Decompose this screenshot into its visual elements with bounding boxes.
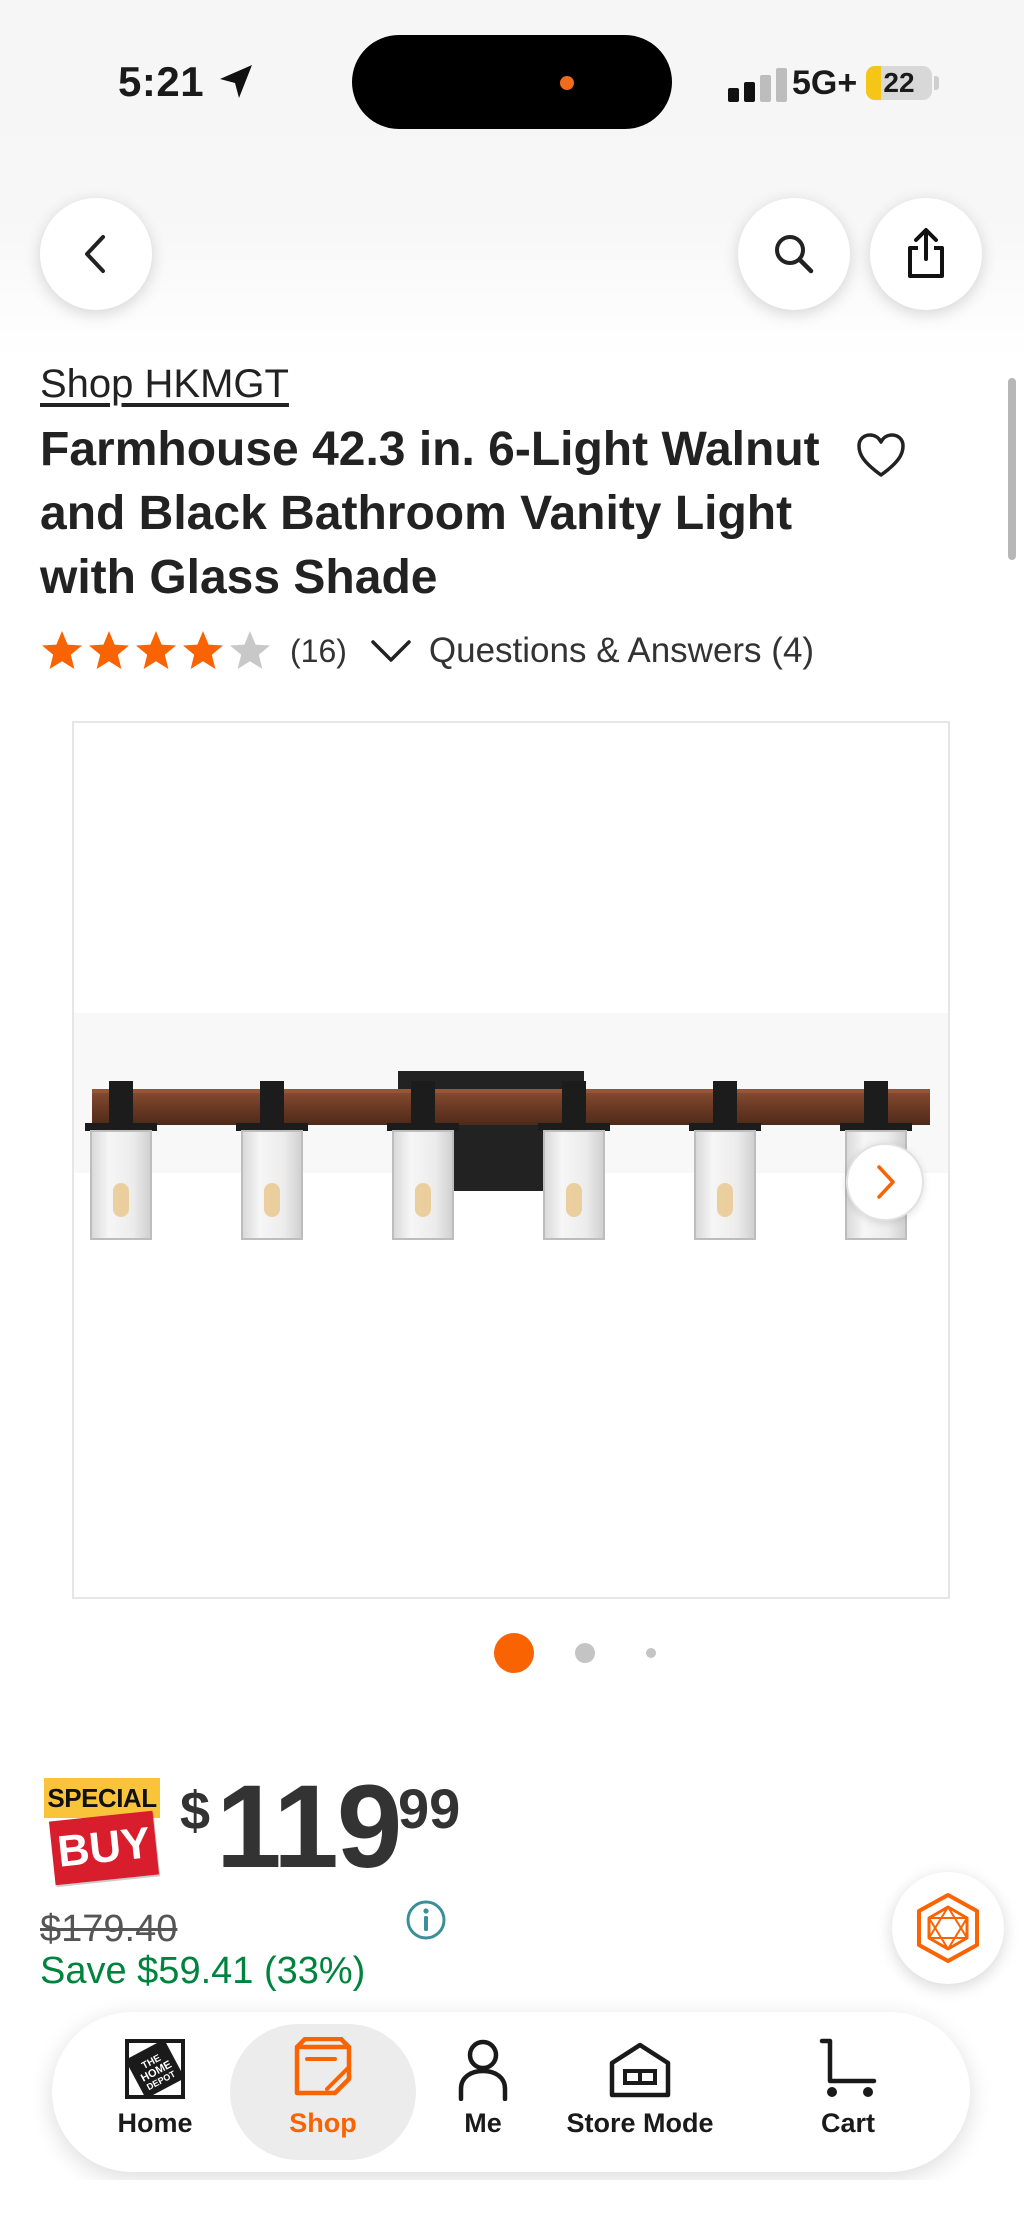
was-price: $179.40 bbox=[40, 1908, 178, 1950]
search-icon bbox=[775, 235, 814, 274]
bulb bbox=[264, 1183, 280, 1217]
bulb bbox=[113, 1183, 129, 1217]
scroll-indicator bbox=[1008, 378, 1016, 560]
special-buy-badge: SPECIAL BUY bbox=[44, 1778, 162, 1888]
assistant-button[interactable] bbox=[892, 1872, 1004, 1984]
favorite-heart-icon[interactable] bbox=[855, 432, 907, 480]
product-image-gallery[interactable] bbox=[72, 721, 950, 1599]
pagination-dot-active[interactable] bbox=[494, 1633, 534, 1673]
gallery-next-button[interactable] bbox=[846, 1143, 924, 1221]
chevron-left-icon bbox=[85, 235, 105, 273]
store-icon bbox=[609, 2042, 671, 2098]
lamp-bracket bbox=[864, 1081, 888, 1125]
lamp-cap bbox=[236, 1123, 308, 1131]
product-title: Farmhouse 42.3 in. 6-Light Walnut and Bl… bbox=[40, 423, 820, 604]
cart-icon bbox=[819, 2038, 877, 2097]
home-depot-logo-icon: THE HOME DEPOT bbox=[125, 2039, 185, 2099]
status-time: 5:21 bbox=[118, 58, 205, 105]
questions-answers-link[interactable]: Questions & Answers (4) bbox=[429, 631, 814, 671]
review-count[interactable]: (16) bbox=[290, 633, 347, 670]
shop-tag-icon bbox=[294, 2037, 352, 2096]
lamp-cap bbox=[85, 1123, 157, 1131]
lamp-bracket bbox=[260, 1081, 284, 1125]
dynamic-island bbox=[352, 35, 672, 129]
product-image bbox=[74, 1013, 948, 1240]
privacy-indicator bbox=[560, 76, 574, 90]
lamp-cap bbox=[538, 1123, 610, 1131]
user-icon bbox=[458, 2039, 508, 2101]
share-button[interactable] bbox=[870, 198, 982, 310]
bottom-tab-bar: THE HOME DEPOT Home Shop Me Store Mode C… bbox=[52, 2012, 970, 2172]
lamp-bracket bbox=[411, 1081, 435, 1125]
lamp-bracket bbox=[562, 1081, 586, 1125]
star-filled-icon bbox=[42, 631, 82, 669]
bulb bbox=[566, 1183, 582, 1217]
battery-percent: 22 bbox=[883, 67, 915, 98]
special-badge-bottom: BUY bbox=[48, 1810, 160, 1886]
tab-cart[interactable]: Cart bbox=[788, 2024, 908, 2160]
tab-me-label: Me bbox=[464, 2108, 502, 2138]
star-rating bbox=[40, 629, 272, 673]
price-dollars: 119 bbox=[216, 1761, 402, 1893]
tab-shop-label: Shop bbox=[289, 2108, 357, 2138]
pagination-dot[interactable] bbox=[575, 1643, 595, 1663]
network-type: 5G+ bbox=[792, 64, 858, 102]
lamp-cap bbox=[387, 1123, 459, 1131]
bulb bbox=[415, 1183, 431, 1217]
pagination-dot[interactable] bbox=[646, 1648, 656, 1658]
price-cents: 99 bbox=[398, 1777, 461, 1840]
brand-link[interactable]: Shop HKMGT bbox=[40, 362, 289, 407]
bulb bbox=[717, 1183, 733, 1217]
chevron-down-icon[interactable] bbox=[369, 636, 413, 666]
home-indicator-area bbox=[0, 2180, 1024, 2226]
tab-store-mode-label: Store Mode bbox=[566, 2108, 714, 2138]
info-icon[interactable] bbox=[404, 1898, 448, 1942]
lamp-cap bbox=[689, 1123, 761, 1131]
tab-home-label: Home bbox=[117, 2108, 193, 2138]
tab-cart-label: Cart bbox=[820, 2108, 875, 2138]
search-button[interactable] bbox=[738, 198, 850, 310]
battery-cap bbox=[934, 76, 939, 90]
chevron-right-icon bbox=[877, 1165, 895, 1199]
star-filled-icon bbox=[136, 631, 176, 669]
tab-home[interactable]: THE HOME DEPOT Home bbox=[92, 2024, 218, 2160]
tab-shop[interactable]: Shop bbox=[230, 2024, 416, 2160]
rating-row[interactable]: (16) Questions & Answers (4) bbox=[40, 626, 814, 676]
star-filled-icon bbox=[89, 631, 129, 669]
star-empty-icon bbox=[230, 631, 270, 669]
lamp-bracket bbox=[109, 1081, 133, 1125]
star-filled-icon bbox=[183, 631, 223, 669]
hexagon-assistant-icon bbox=[917, 1893, 979, 1963]
battery-icon: 22 bbox=[866, 66, 932, 100]
lamp-bracket bbox=[713, 1081, 737, 1125]
back-button[interactable] bbox=[40, 198, 152, 310]
cellular-signal-icon bbox=[728, 66, 790, 102]
price-currency: $ bbox=[180, 1781, 211, 1841]
tab-store-mode[interactable]: Store Mode bbox=[548, 2024, 732, 2160]
gallery-pagination bbox=[0, 1632, 1024, 1674]
tab-me[interactable]: Me bbox=[428, 2024, 538, 2160]
location-arrow-icon bbox=[220, 65, 252, 98]
lamp-cap bbox=[840, 1123, 912, 1131]
share-icon bbox=[908, 228, 944, 278]
savings-text: Save $59.41 (33%) bbox=[40, 1950, 366, 1992]
